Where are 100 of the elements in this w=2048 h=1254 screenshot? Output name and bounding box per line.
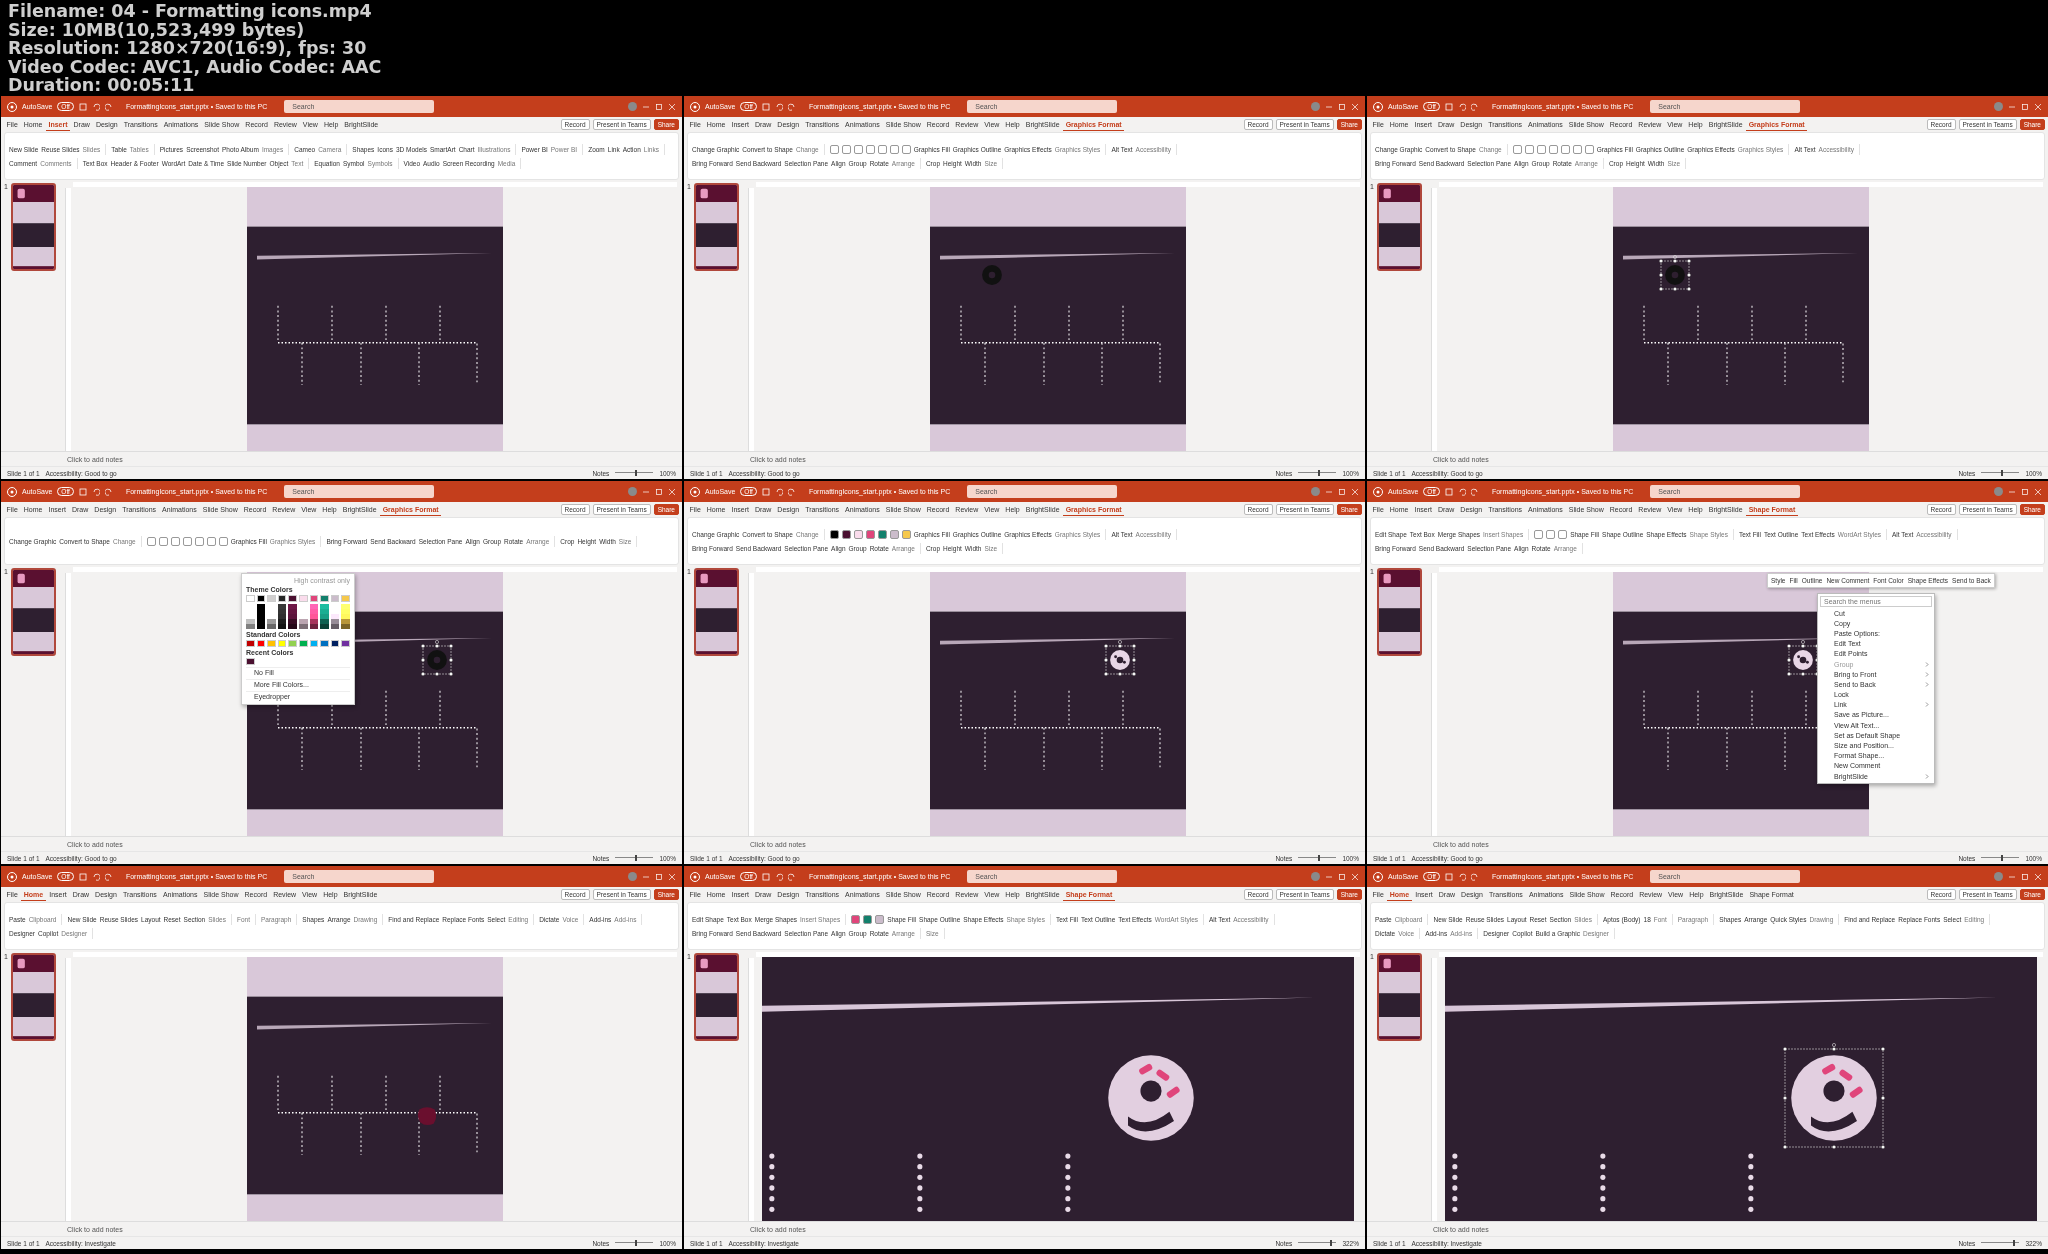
style-swatch[interactable] — [170, 536, 180, 546]
zoom-slider[interactable] — [615, 855, 654, 861]
color-swatch[interactable] — [246, 640, 255, 647]
zoom-thumb[interactable] — [1318, 470, 1321, 476]
dark-circle-icon[interactable] — [1659, 254, 1692, 291]
zoom-thumb[interactable] — [2012, 1240, 2015, 1246]
color-swatch[interactable] — [309, 640, 319, 647]
color-swatch[interactable] — [256, 595, 266, 602]
style-swatch[interactable] — [1534, 529, 1544, 539]
redo-icon — [1470, 487, 1479, 496]
style-swatch[interactable] — [146, 536, 156, 546]
color-swatch[interactable] — [320, 595, 329, 602]
zoom-slider[interactable] — [1298, 1240, 1337, 1246]
style-swatch[interactable] — [901, 529, 911, 539]
slide-thumbnail[interactable] — [1376, 183, 1422, 271]
zoom-slider[interactable] — [1981, 855, 2020, 861]
color-swatch[interactable] — [341, 640, 350, 647]
donut-icon[interactable] — [1104, 639, 1137, 676]
color-swatch[interactable] — [277, 640, 287, 647]
style-swatch[interactable] — [194, 536, 204, 546]
style-swatch[interactable] — [889, 529, 899, 539]
redo-icon — [787, 872, 796, 881]
zoom-slider[interactable] — [1981, 1240, 2020, 1246]
style-swatch[interactable] — [841, 529, 851, 539]
zoom-slider[interactable] — [615, 1240, 654, 1246]
style-swatch[interactable] — [829, 144, 839, 154]
color-swatch[interactable] — [298, 595, 308, 602]
save-icon — [78, 487, 87, 496]
style-swatch[interactable] — [1558, 529, 1568, 539]
style-swatch[interactable] — [1546, 529, 1556, 539]
style-swatch[interactable] — [877, 144, 887, 154]
style-swatch[interactable] — [841, 144, 851, 154]
slide-thumbnail[interactable] — [693, 953, 739, 1041]
color-swatch[interactable] — [288, 595, 297, 602]
style-swatch[interactable] — [877, 529, 887, 539]
slide-thumbnail[interactable] — [10, 183, 56, 271]
undo-icon — [91, 487, 100, 496]
slide-thumbnail[interactable] — [10, 953, 56, 1041]
color-swatch[interactable] — [298, 640, 308, 647]
style-swatch[interactable] — [1548, 144, 1558, 154]
style-swatch[interactable] — [1572, 144, 1582, 154]
dark-circle-icon[interactable] — [421, 639, 454, 676]
color-swatch[interactable] — [288, 640, 297, 647]
zoom-slider[interactable] — [1298, 855, 1337, 861]
tint-swatches[interactable] — [288, 604, 297, 629]
style-swatch[interactable] — [865, 529, 875, 539]
tint-swatches[interactable] — [256, 604, 266, 629]
color-swatch[interactable] — [246, 658, 255, 665]
save-icon — [761, 487, 770, 496]
style-swatch[interactable] — [1524, 144, 1534, 154]
zoom-slider[interactable] — [1981, 470, 2020, 476]
color-swatch[interactable] — [256, 640, 266, 647]
color-swatch[interactable] — [277, 595, 287, 602]
slide-thumbnail[interactable] — [1376, 568, 1422, 656]
zoom-thumb[interactable] — [635, 855, 638, 861]
style-swatch[interactable] — [875, 914, 885, 924]
donut-icon[interactable] — [1783, 1043, 1886, 1150]
style-swatch[interactable] — [901, 144, 911, 154]
slide-thumbnail[interactable] — [10, 568, 56, 656]
style-swatch[interactable] — [1512, 144, 1522, 154]
color-swatch[interactable] — [267, 640, 276, 647]
style-swatch[interactable] — [206, 536, 216, 546]
style-swatch[interactable] — [829, 529, 839, 539]
color-swatch[interactable] — [309, 595, 319, 602]
style-swatch[interactable] — [853, 529, 863, 539]
style-swatch[interactable] — [158, 536, 168, 546]
style-swatch[interactable] — [1536, 144, 1546, 154]
tint-swatches[interactable] — [277, 604, 287, 629]
zoom-thumb[interactable] — [635, 1240, 638, 1246]
app-logo-icon — [7, 101, 17, 112]
style-swatch[interactable] — [1560, 144, 1570, 154]
style-swatch[interactable] — [851, 914, 861, 924]
tint-swatches[interactable] — [341, 604, 350, 629]
slide-thumbnail[interactable] — [693, 183, 739, 271]
style-swatch[interactable] — [218, 536, 228, 546]
zoom-thumb[interactable] — [2001, 855, 2004, 861]
close-icon — [2034, 487, 2042, 496]
tint-swatches[interactable] — [320, 604, 329, 629]
style-swatch[interactable] — [863, 914, 873, 924]
zoom-thumb[interactable] — [1329, 1240, 1332, 1246]
style-swatch[interactable] — [889, 144, 899, 154]
donut-icon[interactable] — [1787, 639, 1820, 676]
color-swatch[interactable] — [341, 595, 350, 602]
style-swatch[interactable] — [853, 144, 863, 154]
color-swatch[interactable] — [330, 595, 340, 602]
zoom-thumb[interactable] — [635, 470, 638, 476]
color-swatch[interactable] — [267, 595, 276, 602]
color-swatch[interactable] — [320, 640, 329, 647]
zoom-slider[interactable] — [615, 470, 654, 476]
zoom-thumb[interactable] — [1318, 855, 1321, 861]
style-swatch[interactable] — [865, 144, 875, 154]
style-swatch[interactable] — [1584, 144, 1594, 154]
zoom-thumb[interactable] — [2001, 470, 2004, 476]
color-swatch[interactable] — [246, 595, 255, 602]
color-swatch[interactable] — [330, 640, 340, 647]
slide-thumbnail[interactable] — [1376, 953, 1422, 1041]
style-swatch[interactable] — [182, 536, 192, 546]
slide-thumbnail[interactable] — [693, 568, 739, 656]
tint-swatches[interactable] — [309, 604, 319, 629]
zoom-slider[interactable] — [1298, 470, 1337, 476]
